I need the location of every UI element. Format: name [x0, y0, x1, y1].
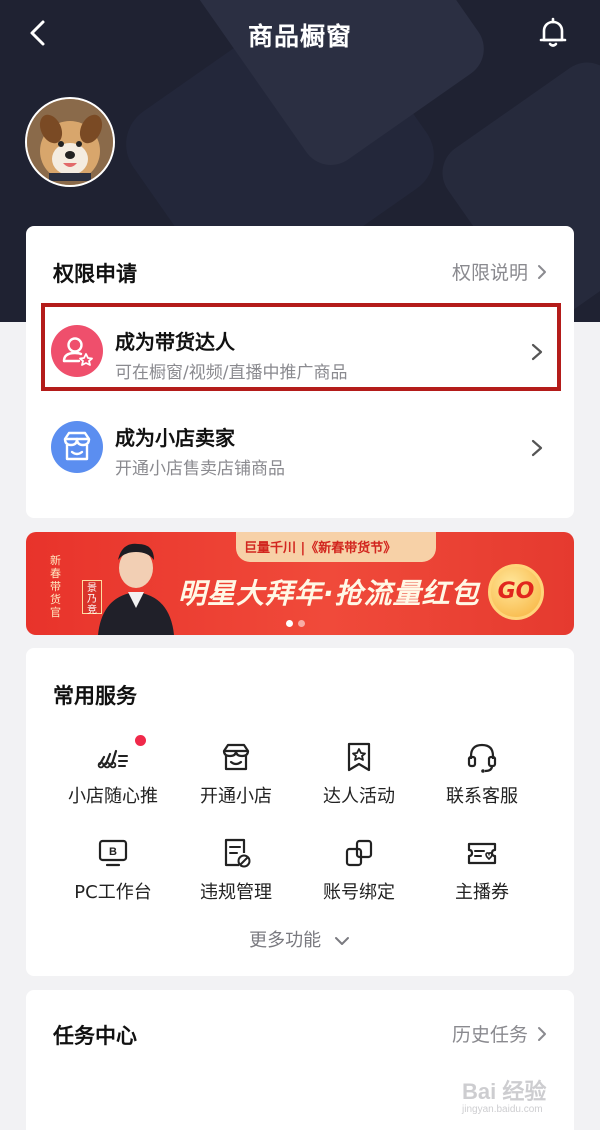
service-item-violation[interactable]: 违规管理	[176, 828, 296, 908]
history-tasks-label: 历史任务	[451, 1024, 528, 1046]
promo-banner[interactable]: 巨量千川 |《新春带货节》 新春带货官 景乃竞 明星大拜年·抢流量红包 GO	[26, 532, 574, 635]
chevron-right-icon	[538, 264, 546, 279]
become-influencer-row[interactable]: 成为带货达人 可在橱窗/视频/直播中推广商品	[26, 306, 574, 400]
service-label: 达人活动	[323, 786, 395, 807]
service-item-pc-workbench[interactable]: B PC工作台	[53, 828, 173, 908]
headset-icon	[467, 743, 497, 773]
permission-info-link[interactable]: 权限说明	[452, 258, 548, 285]
banner-name-tag: 景乃竞	[82, 580, 102, 616]
service-label: 小店随心推	[68, 786, 158, 807]
services-title: 常用服务	[53, 684, 137, 708]
chevron-right-icon	[538, 1026, 546, 1041]
banner-brand: 巨量千川 |《新春带货节》	[244, 541, 397, 556]
pagination-dot[interactable]	[286, 620, 293, 627]
influencer-title: 成为带货达人	[115, 330, 235, 354]
monitor-icon: B	[98, 839, 128, 867]
back-button[interactable]	[22, 16, 56, 50]
service-label: 联系客服	[446, 786, 518, 807]
page-title: 商品橱窗	[247, 22, 352, 51]
seller-title: 成为小店卖家	[115, 426, 235, 450]
baidu-watermark: Bai 经验 jingyan.baidu.com	[462, 1064, 572, 1124]
chevron-right-icon	[531, 343, 543, 361]
service-item-anchor-coupon[interactable]: 主播券	[422, 828, 542, 908]
shop-icon	[222, 743, 250, 771]
shop-icon	[51, 421, 103, 473]
banner-side-tag: 新春带货官	[50, 554, 61, 619]
star-bookmark-icon	[347, 742, 371, 772]
pagination-dot[interactable]	[298, 620, 305, 627]
influencer-subtitle: 可在橱窗/视频/直播中推广商品	[115, 363, 348, 383]
celebrity-image	[98, 543, 174, 635]
history-tasks-link[interactable]: 历史任务	[452, 1020, 548, 1047]
svg-text:B: B	[109, 846, 117, 858]
dog-avatar-image	[27, 99, 113, 185]
service-label: 账号绑定	[323, 882, 395, 903]
service-item-influencer-activity[interactable]: 达人活动	[299, 732, 419, 812]
service-label: 开通小店	[200, 786, 272, 807]
watermark-subtext: jingyan.baidu.com	[462, 1104, 543, 1115]
service-item-customer-service[interactable]: 联系客服	[422, 732, 542, 812]
banner-pagination	[286, 620, 305, 627]
chevron-right-icon	[531, 439, 543, 457]
more-functions-button[interactable]: 更多功能	[26, 926, 574, 952]
top-nav: 商品橱窗	[0, 0, 600, 68]
chevron-down-icon	[334, 937, 349, 945]
more-functions-label: 更多功能	[249, 930, 322, 951]
permission-info-label: 权限说明	[451, 262, 528, 284]
notification-badge	[135, 735, 146, 746]
link-icon	[345, 839, 373, 867]
bell-icon	[539, 17, 567, 47]
service-item-open-shop[interactable]: 开通小店	[176, 732, 296, 812]
banner-slogan: 明星大拜年·抢流量红包	[178, 577, 480, 610]
watermark-text: Bai 经验	[462, 1079, 547, 1104]
coupon-icon	[467, 842, 497, 865]
chevron-left-icon	[30, 20, 45, 46]
promote-icon	[97, 749, 128, 769]
service-label: PC工作台	[74, 882, 152, 903]
seller-subtitle: 开通小店售卖店铺商品	[115, 459, 285, 479]
services-card: 常用服务 小店随心推 开通小店 达人活动 联系客服 B PC工作台 违规管理 账…	[26, 648, 574, 976]
permission-title: 权限申请	[53, 262, 137, 286]
document-forbidden-icon	[224, 838, 251, 868]
service-item-account-binding[interactable]: 账号绑定	[299, 828, 419, 908]
permission-card: 权限申请 权限说明 成为带货达人 可在橱窗/视频/直播中推广商品 成为小店卖家 …	[26, 226, 574, 518]
avatar[interactable]	[25, 97, 115, 187]
service-label: 主播券	[455, 882, 509, 903]
service-item-promote[interactable]: 小店随心推	[53, 732, 173, 812]
notification-button[interactable]	[534, 14, 572, 52]
service-label: 违规管理	[200, 882, 272, 903]
become-seller-row[interactable]: 成为小店卖家 开通小店售卖店铺商品	[26, 402, 574, 496]
task-center-title: 任务中心	[53, 1024, 137, 1048]
user-star-icon	[51, 325, 103, 377]
banner-go-button[interactable]: GO	[488, 564, 544, 620]
